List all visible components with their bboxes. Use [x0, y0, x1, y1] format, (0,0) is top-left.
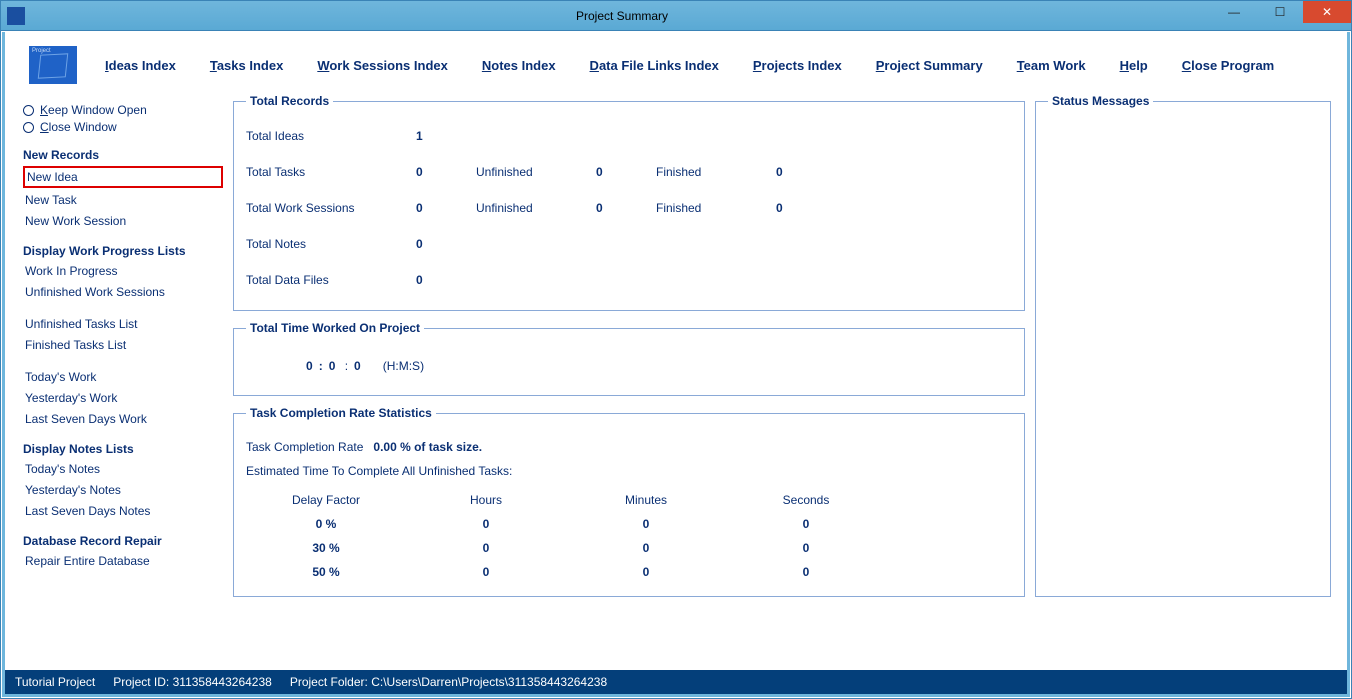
maximize-button[interactable]: ☐: [1257, 1, 1303, 23]
sidebar-item-new-idea[interactable]: New Idea: [23, 166, 223, 188]
ws-finished-value: 0: [776, 201, 836, 215]
sidebar-item-last-seven-days-work[interactable]: Last Seven Days Work: [23, 410, 223, 428]
completion-rate-label: Task Completion Rate: [246, 440, 363, 454]
menu-close-program[interactable]: Close Program: [1182, 58, 1274, 73]
sidebar-item-work-in-progress[interactable]: Work In Progress: [23, 262, 223, 280]
status-project-id: Project ID: 311358443264238: [113, 675, 272, 689]
app-icon: [7, 7, 25, 25]
menu-project-summary[interactable]: Project Summary: [876, 58, 983, 73]
time-hours: 0: [306, 359, 313, 373]
sidebar-item-finished-tasks[interactable]: Finished Tasks List: [23, 336, 223, 354]
task-completion-stats-panel: Task Completion Rate Statistics Task Com…: [233, 406, 1025, 597]
total-work-sessions-label: Total Work Sessions: [246, 201, 416, 215]
ws-unfinished-value: 0: [596, 201, 656, 215]
col-hours: Hours: [406, 493, 566, 507]
sidebar-item-todays-work[interactable]: Today's Work: [23, 368, 223, 386]
total-tasks-value: 0: [416, 165, 476, 179]
total-data-files-value: 0: [416, 273, 476, 287]
tasks-unfinished-value: 0: [596, 165, 656, 179]
sidebar-item-yesterdays-notes[interactable]: Yesterday's Notes: [23, 481, 223, 499]
radio-close-window[interactable]: Close Window: [23, 120, 223, 134]
menu-help[interactable]: Help: [1120, 58, 1148, 73]
stats-legend: Task Completion Rate Statistics: [246, 406, 436, 420]
sidebar-heading-new-records: New Records: [23, 148, 223, 162]
total-records-legend: Total Records: [246, 94, 333, 108]
time-seconds: 0: [354, 359, 361, 373]
total-time-legend: Total Time Worked On Project: [246, 321, 424, 335]
tasks-finished-value: 0: [776, 165, 836, 179]
app-logo: [29, 46, 77, 84]
title-bar[interactable]: Project Summary — ☐ ✕: [1, 1, 1351, 31]
sidebar-item-yesterdays-work[interactable]: Yesterday's Work: [23, 389, 223, 407]
delay-row-2-factor: 50 %: [246, 565, 406, 579]
radio-icon: [23, 105, 34, 116]
menu-tasks-index[interactable]: Tasks Index: [210, 58, 283, 73]
estimated-time-label: Estimated Time To Complete All Unfinishe…: [246, 464, 1012, 478]
time-minutes: 0: [329, 359, 336, 373]
menu-projects-index[interactable]: Projects Index: [753, 58, 842, 73]
delay-row-0-hours: 0: [406, 517, 566, 531]
tasks-unfinished-label: Unfinished: [476, 165, 596, 179]
radio-keep-window-open[interactable]: Keep Window Open: [23, 103, 223, 117]
delay-row-1-factor: 30 %: [246, 541, 406, 555]
col-seconds: Seconds: [726, 493, 886, 507]
total-work-sessions-value: 0: [416, 201, 476, 215]
status-project-folder: Project Folder: C:\Users\Darren\Projects…: [290, 675, 607, 689]
total-ideas-label: Total Ideas: [246, 129, 416, 143]
sidebar-heading-repair: Database Record Repair: [23, 534, 223, 548]
status-bar: Tutorial Project Project ID: 31135844326…: [5, 670, 1347, 694]
sidebar-item-todays-notes[interactable]: Today's Notes: [23, 460, 223, 478]
sidebar-item-new-work-session[interactable]: New Work Session: [23, 212, 223, 230]
col-minutes: Minutes: [566, 493, 726, 507]
main-window: Project Summary — ☐ ✕ Ideas Index Tasks …: [0, 0, 1352, 699]
completion-rate-value: 0.00 % of task size.: [373, 440, 482, 454]
delay-row-2-seconds: 0: [726, 565, 886, 579]
sidebar-item-unfinished-tasks[interactable]: Unfinished Tasks List: [23, 315, 223, 333]
sidebar-item-last-seven-days-notes[interactable]: Last Seven Days Notes: [23, 502, 223, 520]
delay-row-1-seconds: 0: [726, 541, 886, 555]
main-menu-bar: Ideas Index Tasks Index Work Sessions In…: [5, 32, 1347, 94]
total-data-files-label: Total Data Files: [246, 273, 416, 287]
sidebar-item-new-task[interactable]: New Task: [23, 191, 223, 209]
total-notes-value: 0: [416, 237, 476, 251]
total-time-panel: Total Time Worked On Project 0 : 0 : 0 (…: [233, 321, 1025, 396]
sidebar-heading-notes: Display Notes Lists: [23, 442, 223, 456]
total-ideas-value: 1: [416, 129, 476, 143]
minimize-button[interactable]: —: [1211, 1, 1257, 23]
delay-row-0-minutes: 0: [566, 517, 726, 531]
delay-row-1-hours: 0: [406, 541, 566, 555]
status-messages-column: Status Messages: [1035, 94, 1331, 597]
ws-finished-label: Finished: [656, 201, 776, 215]
menu-work-sessions-index[interactable]: Work Sessions Index: [317, 58, 448, 73]
center-column: Total Records Total Ideas 1 Total Tasks …: [233, 94, 1025, 597]
delay-row-2-hours: 0: [406, 565, 566, 579]
close-button[interactable]: ✕: [1303, 1, 1351, 23]
col-delay-factor: Delay Factor: [246, 493, 406, 507]
sidebar-heading-progress: Display Work Progress Lists: [23, 244, 223, 258]
window-title: Project Summary: [33, 9, 1211, 23]
menu-notes-index[interactable]: Notes Index: [482, 58, 556, 73]
delay-row-0-factor: 0 %: [246, 517, 406, 531]
delay-row-1-minutes: 0: [566, 541, 726, 555]
menu-data-file-links-index[interactable]: Data File Links Index: [590, 58, 719, 73]
status-messages-legend: Status Messages: [1048, 94, 1153, 108]
total-tasks-label: Total Tasks: [246, 165, 416, 179]
total-notes-label: Total Notes: [246, 237, 416, 251]
sidebar-item-unfinished-work-sessions[interactable]: Unfinished Work Sessions: [23, 283, 223, 301]
radio-icon: [23, 122, 34, 133]
menu-team-work[interactable]: Team Work: [1017, 58, 1086, 73]
total-records-panel: Total Records Total Ideas 1 Total Tasks …: [233, 94, 1025, 311]
status-messages-panel: Status Messages: [1035, 94, 1331, 597]
ws-unfinished-label: Unfinished: [476, 201, 596, 215]
delay-row-0-seconds: 0: [726, 517, 886, 531]
sidebar-item-repair-database[interactable]: Repair Entire Database: [23, 552, 223, 570]
menu-ideas-index[interactable]: Ideas Index: [105, 58, 176, 73]
sidebar: Keep Window Open Close Window New Record…: [23, 94, 223, 597]
delay-row-2-minutes: 0: [566, 565, 726, 579]
tasks-finished-label: Finished: [656, 165, 776, 179]
status-project-name: Tutorial Project: [15, 675, 95, 689]
time-suffix: (H:M:S): [383, 359, 424, 373]
